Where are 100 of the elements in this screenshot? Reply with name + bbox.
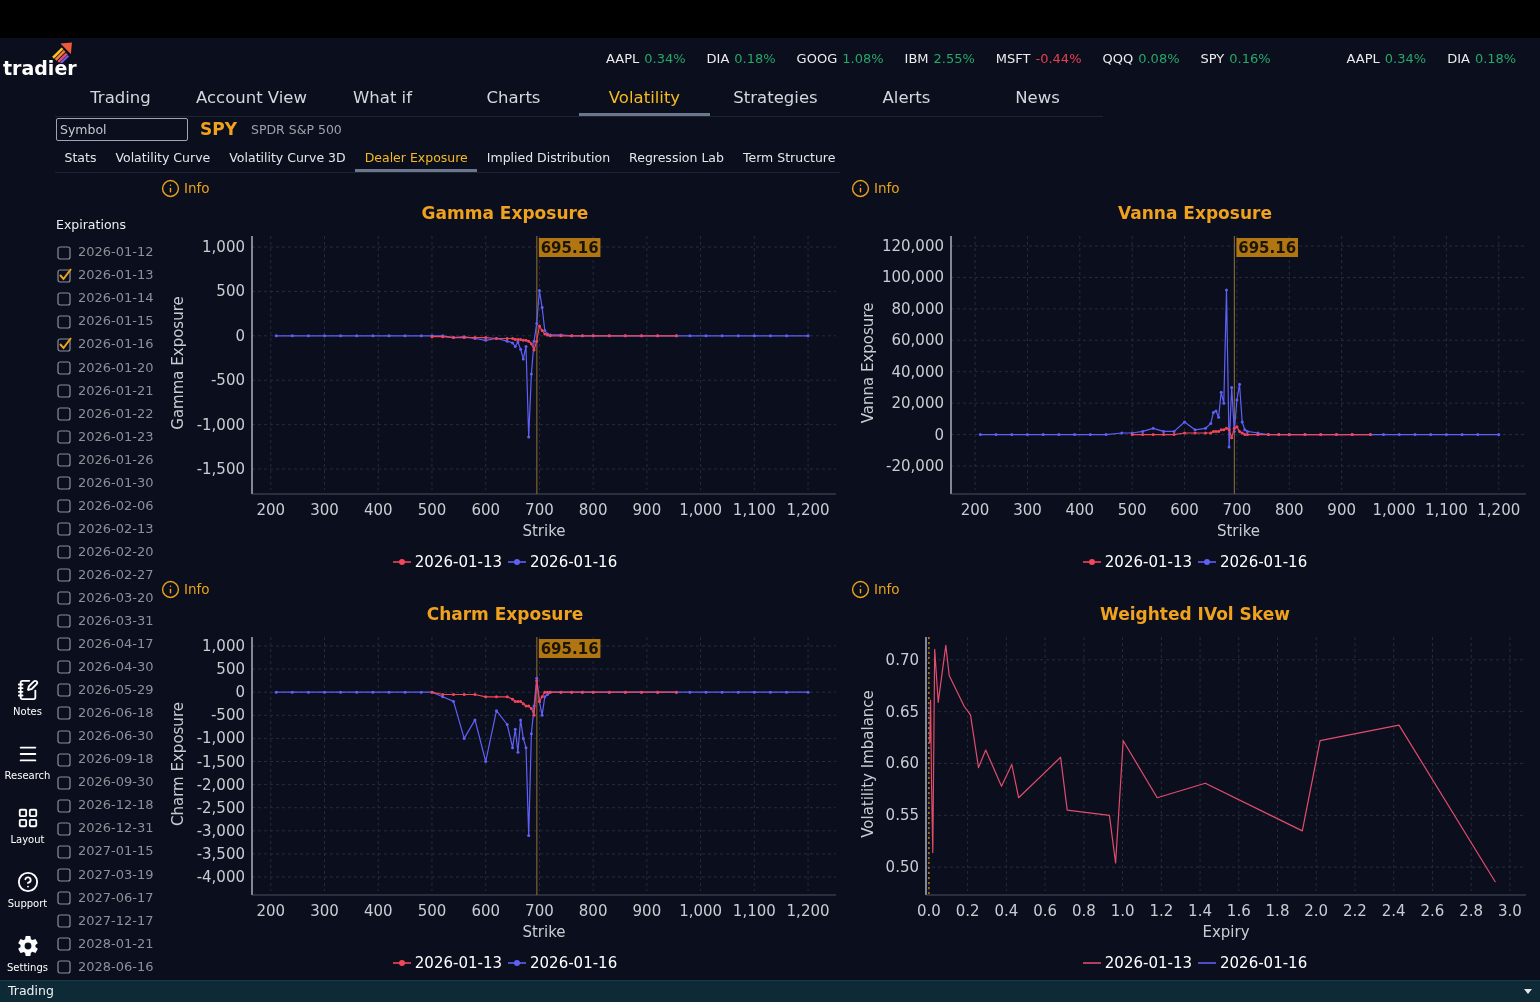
checkbox[interactable] [57,359,72,375]
ticker-symbol: SPY [1200,50,1225,69]
tick-label: 1,200 [786,902,830,920]
checkbox[interactable] [57,290,72,306]
checkbox[interactable] [57,659,72,675]
tick-label: -20,000 [886,457,944,475]
sidebar-button[interactable]: Layout [0,786,55,850]
checkbox[interactable] [57,521,72,537]
checkbox[interactable] [57,705,72,721]
ticker-symbol: AAPL [606,50,640,69]
sub-tab[interactable]: Volatility Curve 3D [219,144,356,172]
checkbox[interactable] [57,797,72,813]
tick-label: 800 [578,501,608,519]
tick-label: -3,000 [196,821,245,840]
sub-tab[interactable]: Implied Distribution [477,144,620,172]
info-button[interactable]: Info [851,578,900,600]
checkbox[interactable] [57,313,72,329]
tick-label: 200 [256,501,286,519]
tick-label: -2,500 [196,798,245,817]
info-icon [851,178,870,198]
tick-label: 600 [471,501,501,519]
tick-label: 1,000 [679,902,723,920]
checkbox[interactable] [57,958,72,974]
checkbox[interactable] [57,935,72,951]
tick-label: 2.6 [1420,902,1445,920]
nav-tab[interactable]: Alerts [841,80,972,116]
info-icon [851,579,870,599]
checkbox[interactable] [57,728,72,744]
ticker-change: 2.55% [933,50,975,69]
checkbox[interactable] [57,244,72,260]
sub-tab[interactable]: Dealer Exposure [355,144,478,172]
checkbox[interactable] [57,382,72,398]
checkbox[interactable] [57,912,72,928]
checkbox[interactable] [57,405,72,421]
ticker-symbol: AAPL [1346,50,1380,69]
checkbox[interactable] [57,613,72,629]
sidebar-button[interactable]: Notes [0,658,55,722]
checkbox[interactable] [57,820,72,836]
checkbox[interactable] [57,682,72,698]
checkbox[interactable] [57,636,72,652]
tick-label: 0.55 [885,806,919,825]
caret-down-icon[interactable] [1524,989,1532,994]
tick-label: 0.6 [1033,902,1058,920]
tick-label: 1.8 [1265,902,1290,920]
tick-label: 1,100 [732,501,776,519]
axis-title: Strike [522,522,566,540]
expiration-date: 2026-06-18 [78,704,154,723]
nav-tab[interactable]: News [972,80,1103,116]
ticker-change: -0.44% [1035,50,1082,69]
checkbox[interactable] [57,267,72,283]
tick-label: -1,000 [196,415,245,434]
legend-label: 2026-01-16 [1220,551,1308,573]
info-button[interactable]: Info [161,578,210,600]
checkbox[interactable] [57,866,72,882]
tick-label: 2.8 [1459,902,1484,920]
nav-tab[interactable]: Trading [55,80,186,116]
checkbox[interactable] [57,774,72,790]
legend-label: 2026-01-13 [1104,551,1192,573]
nav-tab[interactable]: Account View [186,80,317,116]
checkbox[interactable] [57,889,72,905]
tick-label: -2,000 [196,775,245,794]
sidebar-button[interactable]: Support [0,850,55,914]
checkbox[interactable] [57,475,72,490]
sub-tab[interactable]: Volatility Curve [105,144,220,172]
checkbox[interactable] [57,498,72,514]
nav-tab[interactable]: Charts [448,80,579,116]
sub-tab[interactable]: Term Structure [733,144,845,172]
tick-label: 1,000 [679,501,723,519]
nav-tab[interactable]: Strategies [710,80,841,116]
tick-label: -1,000 [196,729,245,748]
nav-tab[interactable]: What if [317,80,448,116]
ticker-symbol: DIA [1447,50,1470,69]
checkbox[interactable] [57,843,72,859]
tick-label: 1,100 [1424,501,1468,519]
tick-label: 1,000 [1372,501,1416,519]
legend-label: 2026-01-13 [414,952,502,974]
info-button[interactable]: Info [161,177,210,199]
expiration-date: 2026-01-23 [78,427,154,446]
sidebar-button[interactable]: Research [0,722,55,786]
checkbox[interactable] [57,751,72,767]
symbol-input[interactable]: Symbol [56,118,188,141]
nav-tab[interactable]: Volatility [579,80,710,116]
checkbox[interactable] [57,567,72,583]
tick-label: 700 [525,902,554,920]
sub-tab[interactable]: Regression Lab [619,144,734,172]
checkbox[interactable] [57,590,72,606]
checkbox[interactable] [57,544,72,560]
ticker-change: 0.16% [1229,50,1271,69]
sub-tab[interactable]: Stats [55,144,106,172]
expiration-date: 2026-02-13 [78,519,154,538]
tick-label: 600 [471,902,501,920]
checkbox[interactable] [57,336,72,352]
legend-label: 2026-01-16 [530,551,618,573]
info-button[interactable]: Info [851,177,900,199]
checkbox[interactable] [57,451,72,467]
expiration-date: 2026-01-26 [78,450,154,469]
checkbox[interactable] [57,428,72,444]
chart-title: Charm Exposure [426,603,584,627]
sidebar-button[interactable]: Settings [0,914,55,978]
expiration-date: 2026-04-17 [78,635,154,654]
